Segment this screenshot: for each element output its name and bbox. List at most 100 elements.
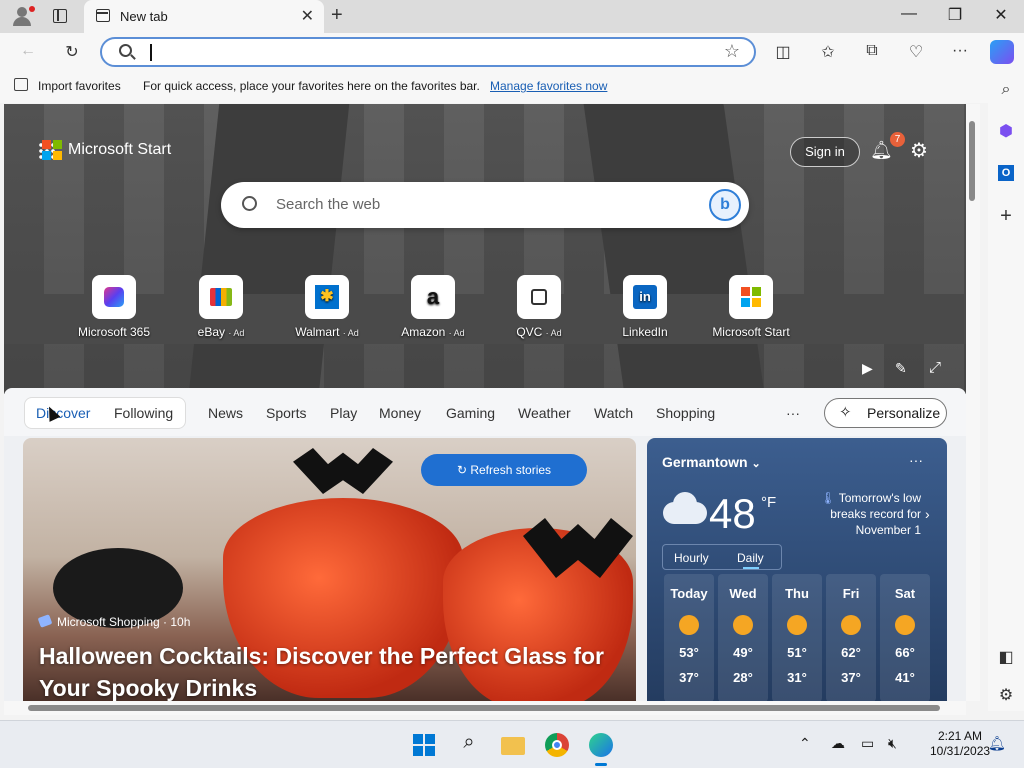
- tab-gaming[interactable]: Gaming: [446, 405, 495, 421]
- feed-nav: Discover Following News Sports Play Mone…: [4, 388, 966, 436]
- amazon-icon: a: [411, 275, 455, 319]
- weather-alert[interactable]: 🌡︎ Tomorrow's low breaks record for Nove…: [817, 490, 921, 538]
- weather-location[interactable]: Germantown ⌄: [662, 454, 761, 470]
- quick-link-amazon[interactable]: a Amazon · Ad: [388, 275, 478, 339]
- address-bar[interactable]: ☆: [100, 37, 756, 67]
- sidebar-hide-icon[interactable]: ◧: [994, 647, 1018, 667]
- tab-daily[interactable]: Daily: [737, 551, 764, 565]
- edge-icon[interactable]: [587, 731, 615, 759]
- web-search-box[interactable]: Search the web b: [221, 182, 749, 228]
- tab-watch[interactable]: Watch: [594, 405, 633, 421]
- taskbar-search-icon[interactable]: ⌕: [455, 731, 483, 759]
- manage-favorites-link[interactable]: Manage favorites now: [490, 79, 607, 93]
- web-search-input[interactable]: Search the web: [276, 196, 380, 213]
- story-source: Microsoft Shopping · 10h: [37, 614, 190, 629]
- sidebar-search-icon[interactable]: ⌕: [994, 81, 1018, 99]
- partly-sunny-icon: [895, 615, 915, 635]
- notifications-bell-icon[interactable]: 🔔︎: [870, 140, 893, 161]
- page-settings-icon[interactable]: ⚙: [910, 138, 928, 163]
- sunny-icon: [841, 615, 861, 635]
- new-tab-button[interactable]: +: [331, 4, 343, 27]
- import-favorites-icon[interactable]: [14, 78, 28, 91]
- new-tab-page-icon: [96, 9, 110, 22]
- performance-icon[interactable]: ♡: [904, 42, 928, 62]
- tab-weather[interactable]: Weather: [518, 405, 571, 421]
- linkedin-icon: in: [623, 275, 667, 319]
- tab-discover[interactable]: Discover: [36, 405, 90, 421]
- personalize-icon: ✧: [839, 404, 852, 421]
- sidebar-settings-icon[interactable]: ⚙: [994, 685, 1018, 705]
- microsoft365-icon: [92, 275, 136, 319]
- close-tab-icon[interactable]: ✕: [301, 6, 314, 26]
- chevron-down-icon: ⌄: [751, 458, 761, 470]
- restore-button[interactable]: ❐: [940, 5, 970, 25]
- walmart-icon: ✱: [305, 275, 349, 319]
- favorite-star-icon[interactable]: ☆: [724, 41, 740, 62]
- minimize-button[interactable]: —: [894, 5, 924, 23]
- split-screen-icon[interactable]: ◫: [771, 42, 795, 62]
- notification-center-icon[interactable]: 🔔︎: [988, 735, 1006, 752]
- ebay-icon: [199, 275, 243, 319]
- system-clock[interactable]: 2:21 AM 10/31/2023: [930, 729, 990, 759]
- shopping-tag-icon: [37, 614, 53, 628]
- sidebar-outlook-icon[interactable]: O: [994, 163, 1018, 181]
- chevron-right-icon[interactable]: ›: [925, 506, 930, 522]
- tab-actions-icon[interactable]: [53, 9, 67, 23]
- volume-muted-icon[interactable]: 🔇︎: [888, 735, 897, 752]
- quick-link-walmart[interactable]: ✱ Walmart · Ad: [282, 275, 372, 339]
- display-icon[interactable]: ▭: [861, 735, 874, 752]
- personalize-button[interactable]: ✧ Personalize: [824, 398, 947, 428]
- more-tabs-button[interactable]: ···: [786, 405, 800, 421]
- right-sidebar: ⌕ ⬢ O + ◧ ⚙: [988, 71, 1024, 711]
- profile-icon[interactable]: [12, 6, 35, 26]
- forecast-day[interactable]: Sat 66° 41°: [880, 574, 930, 701]
- tab-hourly[interactable]: Hourly: [674, 551, 709, 565]
- tab-sports[interactable]: Sports: [266, 405, 306, 421]
- quick-link-ebay[interactable]: eBay · Ad: [176, 275, 266, 339]
- start-button[interactable]: [410, 731, 438, 759]
- thermometer-icon: 🌡︎: [820, 491, 836, 505]
- close-window-button[interactable]: ✕: [986, 5, 1016, 25]
- tab-news[interactable]: News: [208, 405, 243, 421]
- show-hidden-icons-icon[interactable]: ⌃: [799, 735, 811, 752]
- forecast-day[interactable]: Wed 49° 28°: [718, 574, 768, 701]
- forecast-day[interactable]: Today 53° 37°: [664, 574, 714, 701]
- forecast-day[interactable]: Fri 62° 37°: [826, 574, 876, 701]
- file-explorer-icon[interactable]: [499, 731, 527, 759]
- play-background-icon[interactable]: ▶: [862, 360, 873, 377]
- edit-background-icon[interactable]: ✎: [895, 360, 907, 377]
- weather-more-icon[interactable]: ···: [909, 452, 923, 468]
- favorites-icon[interactable]: ✩: [816, 42, 840, 62]
- qvc-icon: [517, 275, 561, 319]
- top-story-card[interactable]: ↻ Refresh stories Microsoft Shopping · 1…: [23, 438, 636, 701]
- tab-new-tab[interactable]: New tab ✕: [84, 0, 324, 33]
- quick-link-microsoft365[interactable]: Microsoft 365: [69, 275, 159, 339]
- tab-following[interactable]: Following: [114, 405, 173, 421]
- quick-link-qvc[interactable]: QVC · Ad: [494, 275, 584, 339]
- forecast-day[interactable]: Thu 51° 31°: [772, 574, 822, 701]
- refresh-button[interactable]: ↻: [60, 42, 84, 62]
- tab-play[interactable]: Play: [330, 405, 357, 421]
- horizontal-scroll-thumb[interactable]: [28, 705, 940, 711]
- collections-icon[interactable]: ⧉: [860, 42, 884, 60]
- refresh-stories-button[interactable]: ↻ Refresh stories: [421, 454, 587, 486]
- vertical-scroll-thumb[interactable]: [969, 121, 975, 201]
- quick-link-linkedin[interactable]: in LinkedIn: [600, 275, 690, 339]
- sign-in-button[interactable]: Sign in: [790, 137, 860, 167]
- tab-shopping[interactable]: Shopping: [656, 405, 715, 421]
- chrome-icon[interactable]: [543, 731, 571, 759]
- bing-chat-icon[interactable]: b: [709, 189, 741, 221]
- settings-more-icon[interactable]: ···: [948, 42, 972, 60]
- quick-link-microsoft-start[interactable]: Microsoft Start: [706, 275, 796, 339]
- story-title[interactable]: Halloween Cocktails: Discover the Perfec…: [39, 640, 619, 701]
- weather-card[interactable]: Germantown ⌄ ··· 48 °F 🌡︎ Tomorrow's low…: [647, 438, 947, 701]
- temperature-unit[interactable]: °F: [761, 494, 776, 511]
- fullscreen-icon[interactable]: ⤢: [929, 359, 941, 376]
- import-favorites-link[interactable]: Import favorites: [38, 79, 121, 93]
- sidebar-office-icon[interactable]: ⬢: [994, 121, 1018, 141]
- sidebar-add-icon[interactable]: +: [994, 205, 1018, 228]
- network-icon[interactable]: ☁︎: [831, 735, 845, 752]
- back-button[interactable]: ←: [16, 42, 40, 60]
- tab-money[interactable]: Money: [379, 405, 421, 421]
- copilot-icon[interactable]: [990, 40, 1014, 64]
